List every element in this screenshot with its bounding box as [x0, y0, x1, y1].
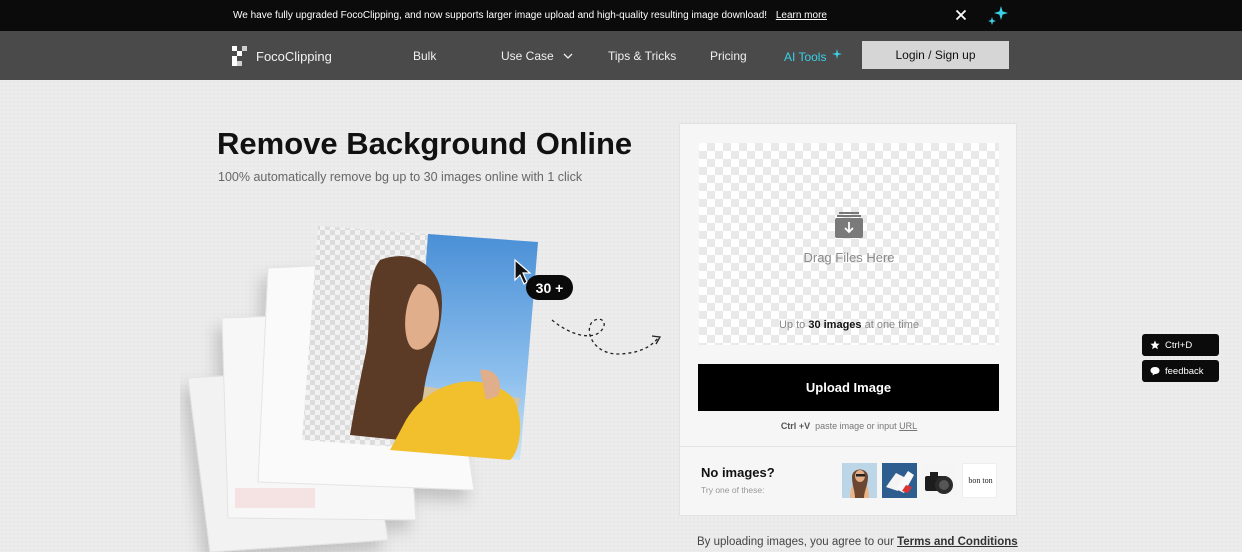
upload-limit-text: Up to 30 images at one time	[699, 319, 999, 331]
download-tray-icon	[835, 212, 863, 238]
drop-zone[interactable]: Drag Files Here Up to 30 images at one t…	[699, 143, 999, 345]
url-link[interactable]: URL	[899, 421, 917, 431]
feedback-label: feedback	[1165, 365, 1204, 377]
sample-camera-thumbnail[interactable]	[922, 463, 957, 498]
drag-files-text: Drag Files Here	[803, 250, 895, 265]
try-samples-text: Try one of these:	[701, 485, 765, 495]
panel-divider	[680, 446, 1016, 447]
page-subtitle: 100% automatically remove bg up to 30 im…	[218, 170, 583, 184]
sparkle-icon	[986, 4, 1010, 28]
sample-logo-thumbnail[interactable]: bon ton	[962, 463, 997, 498]
star-icon	[1150, 340, 1160, 350]
upload-image-button[interactable]: Upload Image	[698, 364, 999, 411]
nav-tips-tricks[interactable]: Tips & Tricks	[608, 49, 676, 63]
sparkle-icon	[831, 49, 842, 59]
close-icon[interactable]	[955, 8, 967, 22]
banner-text: We have fully upgraded FocoClipping, and…	[233, 10, 768, 21]
chevron-down-icon	[563, 53, 573, 59]
bookmark-button[interactable]: Ctrl+D	[1142, 334, 1219, 356]
nav-ai-tools[interactable]: AI Tools	[784, 49, 842, 64]
sample-logo-text: bon ton	[968, 476, 992, 485]
bookmark-shortcut: Ctrl+D	[1165, 339, 1193, 351]
feedback-button[interactable]: feedback	[1142, 360, 1219, 382]
logo-icon	[232, 46, 247, 66]
paste-shortcut: Ctrl +V	[780, 421, 811, 431]
top-navigation: FocoClipping Bulk Use Case Tips & Tricks…	[0, 31, 1242, 80]
upload-panel: Drag Files Here Up to 30 images at one t…	[679, 123, 1017, 516]
limit-prefix: Up to	[778, 319, 806, 331]
logo-text: FocoClipping	[256, 48, 332, 64]
login-signup-button[interactable]: Login / Sign up	[862, 41, 1009, 69]
paste-text: paste image or input	[815, 421, 897, 431]
page-title: Remove Background Online	[217, 126, 633, 161]
learn-more-link[interactable]: Learn more	[776, 10, 827, 21]
hero-illustration	[187, 226, 662, 552]
announcement-banner: We have fully upgraded FocoClipping, and…	[0, 0, 1242, 31]
nav-use-case-label: Use Case	[501, 49, 554, 63]
terms-link[interactable]: Terms and Conditions	[897, 536, 1018, 548]
nav-pricing[interactable]: Pricing	[710, 49, 747, 63]
site-logo[interactable]: FocoClipping	[232, 46, 332, 66]
banner-message: We have fully upgraded FocoClipping, and…	[233, 10, 827, 21]
terms-notice: By uploading images, you agree to our Te…	[697, 536, 1018, 548]
chat-bubble-icon	[1150, 367, 1160, 376]
limit-suffix: at one time	[864, 319, 920, 331]
paste-hint: Ctrl +V paste image or input URL	[680, 421, 1018, 431]
ai-tools-label: AI Tools	[784, 50, 827, 64]
image-count-badge: 30 +	[526, 275, 573, 300]
sample-woman-thumbnail[interactable]	[842, 463, 877, 498]
sample-shoes-thumbnail[interactable]	[882, 463, 917, 498]
no-images-heading: No images?	[701, 465, 775, 480]
nav-bulk[interactable]: Bulk	[413, 49, 436, 63]
limit-count: 30 images	[808, 319, 862, 331]
nav-use-case[interactable]: Use Case	[501, 49, 573, 63]
terms-prefix: By uploading images, you agree to our	[697, 536, 894, 548]
